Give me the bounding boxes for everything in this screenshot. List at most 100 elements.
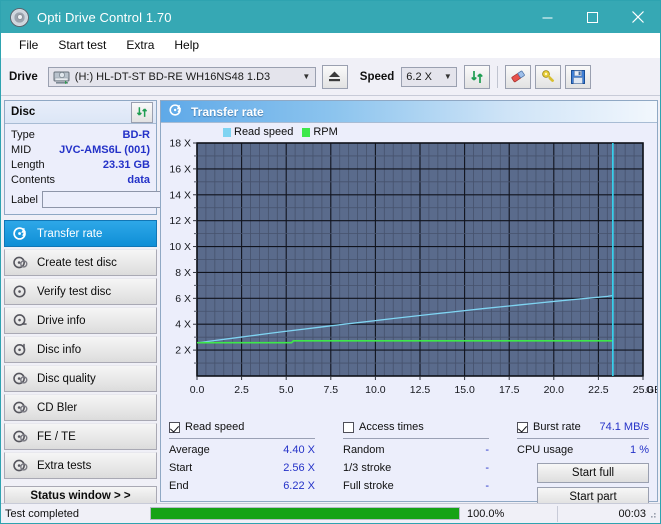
- stat-key: CPU usage: [517, 444, 574, 456]
- sidebar-item-extra-tests[interactable]: Extra tests: [4, 452, 157, 479]
- svg-text:0.0: 0.0: [190, 384, 205, 396]
- erase-button[interactable]: [505, 64, 532, 89]
- legend-swatch: [302, 127, 311, 137]
- elapsed-time: 00:03: [618, 507, 646, 520]
- cd-bler-icon: [13, 400, 28, 415]
- disc-row-type: Type BD-R: [11, 127, 150, 142]
- drive-icon: [53, 71, 70, 84]
- burst-rate-value: 74.1 MB/s: [599, 421, 649, 433]
- stats-burst-rate: Burst rate 74.1 MB/s CPU usage 1 % Start…: [517, 419, 649, 507]
- disc-panel-header: Disc: [5, 101, 156, 124]
- sidebar-item-create-test-disc[interactable]: Create test disc: [4, 249, 157, 276]
- stats-panel: Read speed Average 4.40 X Start 2.56 X E…: [161, 416, 657, 507]
- sidebar-item-label: Create test disc: [37, 256, 117, 269]
- maximize-button[interactable]: [570, 1, 615, 33]
- status-text: Test completed: [5, 507, 79, 520]
- stat-value: 1 %: [630, 444, 649, 456]
- refresh-icon: [471, 70, 484, 83]
- svg-text:10 X: 10 X: [169, 241, 191, 253]
- svg-text:5.0: 5.0: [279, 384, 294, 396]
- svg-text:17.5: 17.5: [499, 384, 520, 396]
- disc-label-row: Label: [11, 190, 246, 209]
- fe-te-icon: [13, 429, 28, 444]
- stat-key: Random: [343, 444, 385, 456]
- burst-rate-checkbox-row[interactable]: Burst rate 74.1 MB/s: [517, 419, 649, 435]
- read-speed-checkbox[interactable]: [169, 421, 180, 433]
- disc-row-mid: MID JVC-AMS6L (001): [11, 142, 150, 157]
- menu-file[interactable]: File: [10, 36, 47, 54]
- svg-text:12 X: 12 X: [169, 215, 191, 227]
- refresh-drive-button[interactable]: [464, 64, 491, 89]
- disc-panel-title: Disc: [11, 106, 36, 118]
- menu-extra[interactable]: Extra: [117, 36, 163, 54]
- close-button[interactable]: [615, 1, 660, 33]
- stat-row-start: Start 2.56 X: [169, 459, 315, 477]
- transfer-rate-icon: [169, 103, 183, 120]
- sidebar-item-verify-test-disc[interactable]: Verify test disc: [4, 278, 157, 305]
- sidebar-item-fe-te[interactable]: FE / TE: [4, 423, 157, 450]
- eject-button[interactable]: [321, 64, 348, 89]
- sidebar-item-label: Drive info: [37, 314, 86, 327]
- access-times-checkbox-row[interactable]: Access times: [343, 419, 517, 435]
- disc-row-key: Type: [11, 128, 35, 141]
- stat-value: -: [485, 444, 489, 456]
- burst-rate-checkbox[interactable]: [517, 421, 528, 433]
- legend-label: RPM: [313, 126, 338, 138]
- stat-row-end: End 6.22 X: [169, 477, 315, 495]
- minimize-button[interactable]: [525, 1, 570, 33]
- disc-create-icon: [13, 255, 28, 270]
- stat-row-full-stroke: Full stroke -: [343, 477, 489, 495]
- chevron-down-icon: ▼: [302, 72, 311, 81]
- sidebar-item-label: CD Bler: [37, 401, 78, 414]
- disc-verify-icon: [13, 284, 28, 299]
- legend-label: Read speed: [234, 126, 294, 138]
- stat-key: Start: [169, 462, 193, 474]
- drive-select[interactable]: (H:) HL-DT-ST BD-RE WH16NS48 1.D3 ▼: [47, 66, 316, 87]
- transfer-rate-chart: Read speed RPM 2 X 4 X 6 X 8 X 10 X 12 X 14 X 1…: [161, 123, 657, 416]
- stat-value: 4.40 X: [283, 444, 315, 456]
- disc-info-rows: Type BD-R MID JVC-AMS6L (001) Length 23.…: [5, 124, 246, 214]
- drive-label: Drive: [9, 70, 38, 83]
- panel-title: Transfer rate: [191, 104, 264, 119]
- access-times-checkbox[interactable]: [343, 421, 354, 433]
- action-buttons: Start full Start part: [517, 463, 649, 507]
- sidebar-item-label: Disc quality: [37, 372, 96, 385]
- stat-value: -: [485, 480, 489, 492]
- svg-text:14 X: 14 X: [169, 189, 191, 201]
- eject-icon: [329, 71, 341, 82]
- save-button[interactable]: [565, 64, 592, 89]
- disc-row-key: Length: [11, 158, 45, 171]
- start-full-button[interactable]: Start full: [537, 463, 649, 483]
- resize-grip-icon[interactable]: [647, 510, 658, 521]
- progress-percent-label: 100.0%: [467, 507, 505, 520]
- stats-access-times: Access times Random - 1/3 stroke - Full …: [343, 419, 517, 507]
- sidebar-item-cd-bler[interactable]: CD Bler: [4, 394, 157, 421]
- speed-select[interactable]: 6.2 X ▼: [401, 66, 458, 87]
- progress-bar: [150, 507, 460, 520]
- chevron-down-icon: ▼: [443, 72, 452, 81]
- key-button[interactable]: [535, 64, 562, 89]
- sidebar-item-drive-info[interactable]: Drive info: [4, 307, 157, 334]
- chart-legend: Read speed RPM: [223, 126, 338, 138]
- stat-value: -: [485, 462, 489, 474]
- save-disk-icon: [571, 69, 586, 84]
- disc-row-key: MID: [11, 143, 32, 156]
- panel-header: Transfer rate: [161, 101, 657, 123]
- menu-help[interactable]: Help: [165, 36, 208, 54]
- disc-label-key: Label: [11, 193, 38, 206]
- sidebar-item-disc-info[interactable]: Disc info: [4, 336, 157, 363]
- legend-item-rpm: RPM: [302, 126, 338, 138]
- svg-text:16 X: 16 X: [169, 163, 191, 175]
- disc-refresh-button[interactable]: [131, 101, 153, 123]
- status-bar: Test completed 100.0% 00:03: [1, 503, 660, 523]
- transfer-rate-panel: Transfer rate Read speed RPM 2 X 4 X 6 X 8 …: [160, 100, 658, 507]
- stats-read-speed: Read speed Average 4.40 X Start 2.56 X E…: [169, 419, 343, 507]
- menu-start-test[interactable]: Start test: [49, 36, 115, 54]
- divider: [169, 438, 315, 439]
- sidebar-item-label: FE / TE: [37, 430, 76, 443]
- sidebar-item-disc-quality[interactable]: Disc quality: [4, 365, 157, 392]
- sidebar-item-transfer-rate[interactable]: Transfer rate: [4, 220, 157, 247]
- window-title: Opti Drive Control 1.70: [37, 9, 172, 25]
- read-speed-checkbox-row[interactable]: Read speed: [169, 419, 343, 435]
- sidebar-item-label: Disc info: [37, 343, 82, 356]
